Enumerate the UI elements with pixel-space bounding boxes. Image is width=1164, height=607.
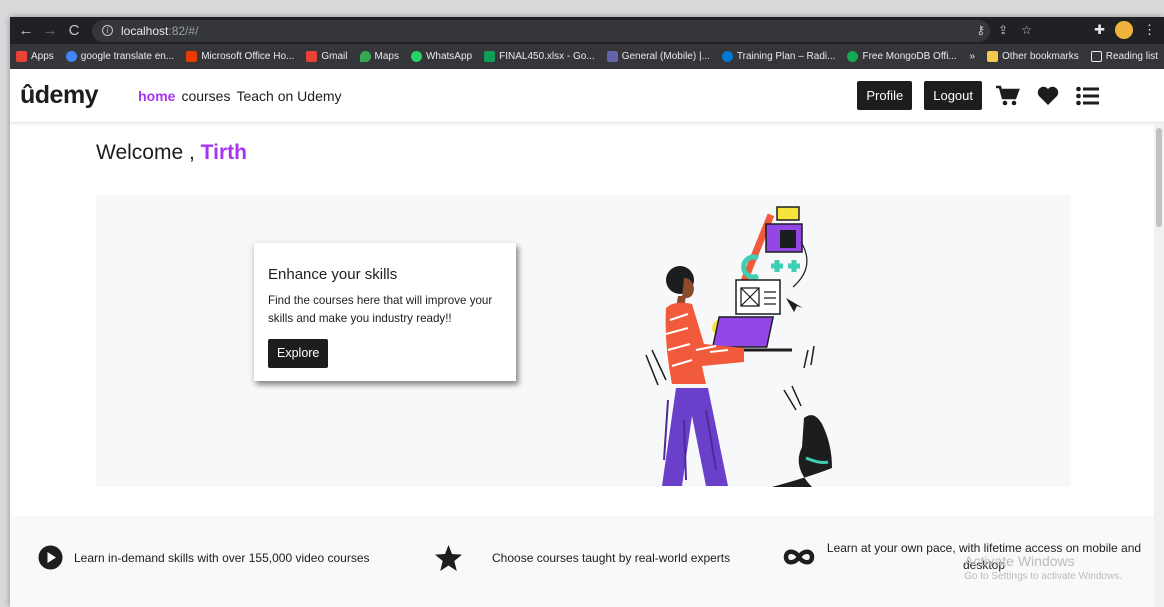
welcome-heading: Welcome , Tirth xyxy=(96,141,247,164)
other-bookmarks[interactable]: Other bookmarks xyxy=(987,51,1079,62)
udemy-logo[interactable]: ûdemy xyxy=(20,81,99,110)
key-icon[interactable]: ⚷ xyxy=(976,23,985,37)
gmail-icon xyxy=(306,51,318,62)
url-path: :82/#/ xyxy=(168,23,199,38)
menu-dots-icon[interactable]: ⋮ xyxy=(1143,22,1156,38)
forward-icon[interactable]: → xyxy=(38,19,62,43)
nav-courses[interactable]: courses xyxy=(181,88,230,104)
hero-banner: Enhance your skills Find the courses her… xyxy=(96,195,1071,487)
feature-video-courses: Learn in-demand skills with over 155,000… xyxy=(38,545,370,570)
url-host: localhost xyxy=(121,23,169,38)
bookmark-gmail[interactable]: Gmail xyxy=(306,51,348,62)
bookmarks-bar: Apps google translate en... Microsoft Of… xyxy=(10,44,1164,69)
reading-list-icon xyxy=(1090,51,1102,62)
bookmark-apps[interactable]: Apps xyxy=(16,51,54,62)
infinity-icon xyxy=(783,549,815,565)
explore-button[interactable]: Explore xyxy=(268,339,329,368)
back-icon[interactable]: ← xyxy=(14,19,38,43)
whatsapp-icon xyxy=(410,51,422,62)
apps-grid-icon xyxy=(16,51,27,62)
bookmark-sheets[interactable]: FINAL450.xlsx - Go... xyxy=(484,51,595,62)
bookmark-whatsapp[interactable]: WhatsApp xyxy=(410,51,472,62)
feature-experts: Choose courses taught by real-world expe… xyxy=(435,545,730,571)
logout-button[interactable]: Logout xyxy=(924,81,982,110)
page-scrollbar[interactable] xyxy=(1154,123,1164,607)
folder-icon xyxy=(987,51,999,62)
scrollbar-thumb[interactable] xyxy=(1156,128,1162,227)
hero-title: Enhance your skills xyxy=(268,266,398,283)
office-icon xyxy=(186,51,198,62)
learner-illustration xyxy=(645,206,832,487)
nav-home[interactable]: home xyxy=(138,88,175,104)
hero-card: Enhance your skills Find the courses her… xyxy=(254,243,516,381)
google-icon xyxy=(65,51,77,62)
bookmark-google-translate[interactable]: google translate en... xyxy=(65,51,174,62)
reading-list[interactable]: Reading list xyxy=(1090,51,1158,62)
maps-icon xyxy=(359,51,371,62)
list-menu-icon[interactable] xyxy=(1074,82,1102,110)
bookmark-teams[interactable]: General (Mobile) |... xyxy=(606,51,710,62)
drive-icon xyxy=(484,51,496,62)
more-bookmarks-icon[interactable]: » xyxy=(969,51,975,62)
bookmark-training-plan[interactable]: Training Plan – Radi... xyxy=(721,51,835,62)
address-bar[interactable]: i localhost:82/#/ xyxy=(92,19,990,42)
nav-links: home courses Teach on Udemy xyxy=(138,88,341,104)
play-circle-icon xyxy=(38,545,63,570)
star-icon xyxy=(435,545,462,571)
app-navbar: ûdemy home courses Teach on Udemy Profil… xyxy=(10,69,1164,123)
bookmark-star-icon[interactable]: ☆ xyxy=(1021,23,1032,37)
bookmark-mongodb[interactable]: Free MongoDB Offi... xyxy=(847,51,957,62)
site-info-icon[interactable]: i xyxy=(102,25,113,36)
windows-activation-watermark: Activate Windows Go to Settings to activ… xyxy=(964,553,1122,582)
cart-icon[interactable] xyxy=(994,82,1022,110)
mongodb-icon xyxy=(847,51,859,62)
browser-window: ← → C i localhost:82/#/ ⚷ ⇪ ☆ ✚ ⋮ Apps g… xyxy=(10,17,1164,607)
username: Tirth xyxy=(200,141,247,164)
profile-button[interactable]: Profile xyxy=(857,81,913,110)
share-icon[interactable]: ⇪ xyxy=(998,23,1008,37)
teams-icon xyxy=(606,51,618,62)
reload-icon[interactable]: C xyxy=(62,19,86,43)
heart-icon[interactable] xyxy=(1034,82,1062,110)
radix-icon xyxy=(721,51,733,62)
extensions-icon[interactable]: ✚ xyxy=(1094,22,1105,38)
hero-text: Find the courses here that will improve … xyxy=(268,294,493,325)
browser-toolbar: ← → C i localhost:82/#/ ⚷ ⇪ ☆ ✚ ⋮ xyxy=(10,17,1164,44)
bookmark-office[interactable]: Microsoft Office Ho... xyxy=(186,51,294,62)
bookmark-maps[interactable]: Maps xyxy=(359,51,399,62)
nav-teach[interactable]: Teach on Udemy xyxy=(236,88,341,104)
profile-avatar[interactable] xyxy=(1115,21,1133,39)
